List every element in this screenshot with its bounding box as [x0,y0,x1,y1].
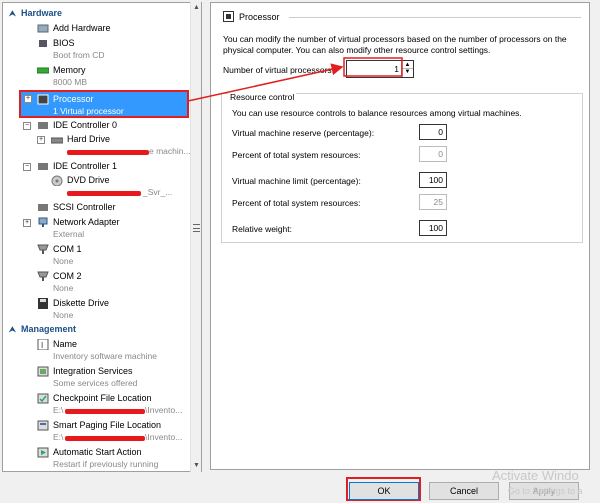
tree-item-automatic-start-action[interactable]: Automatic Start Action Restart if previo… [3,447,191,471]
title-divider [289,17,581,18]
add-hardware-icon [37,23,49,34]
tree-item-hard-drive[interactable]: + Hard Drive e machin... [3,134,191,160]
hard-drive-icon [50,134,64,145]
num-processors-stepper[interactable]: 1 ▲ ▼ [346,60,414,78]
percent-total-limit-field: 25 [419,194,447,210]
memory-icon [36,65,50,76]
num-processors-value[interactable]: 1 [394,64,399,74]
tree-item-network-adapter[interactable]: + Network Adapter External [3,217,191,243]
hardware-section-header[interactable]: ⮝ Hardware [3,8,191,20]
activate-windows-watermark: Activate Windo [492,468,579,483]
collapse-icon[interactable]: − [23,122,31,130]
hardware-tree: ⮝ Hardware Add Hardware BIOS Boot from CD… [2,2,202,472]
checkpoint-icon [37,393,49,404]
scsi-controller-icon [37,202,49,213]
tree-item-dvd-drive[interactable]: DVD Drive _Svr_... [3,175,191,201]
scroll-up-arrow-icon[interactable]: ▲ [192,3,201,12]
redaction-mark [65,436,145,441]
expand-icon[interactable]: + [23,219,31,227]
redaction-mark [65,409,145,414]
processor-icon [223,11,234,22]
cancel-button[interactable]: Cancel [429,482,499,500]
resource-control-description: You can use resource controls to balance… [232,108,522,118]
com-port-icon [37,244,49,255]
processor-settings-panel: Processor You can modify the number of v… [210,2,590,470]
tree-item-processor[interactable]: + Processor 1 Virtual processor [19,90,189,118]
expand-icon[interactable]: + [24,95,32,103]
smart-paging-icon [37,420,49,431]
network-adapter-icon [37,217,49,228]
limit-input[interactable]: 100 [419,172,447,188]
tree-item-checkpoint-file-location[interactable]: Checkpoint File Location E:\ \Invento... [3,393,191,419]
ok-button[interactable]: OK [349,482,419,500]
limit-label: Virtual machine limit (percentage): [232,176,361,186]
tree-item-bios[interactable]: BIOS Boot from CD [3,38,191,64]
panel-description: You can modify the number of virtual pro… [223,34,567,55]
resource-control-group: Resource control You can use resource co… [221,92,583,243]
weight-input[interactable]: 100 [419,220,447,236]
processor-icon [37,94,49,105]
automatic-start-icon [37,447,49,458]
tree-item-com1[interactable]: COM 1 None [3,244,191,270]
svg-text:I: I [41,341,43,350]
redaction-mark [67,150,149,155]
diskette-icon [37,298,49,309]
resource-control-title: Resource control [228,92,297,102]
spin-buttons[interactable]: ▲ ▼ [401,61,413,77]
activate-windows-subtext: Go to Settings to a [508,486,583,496]
tree-item-diskette-drive[interactable]: Diskette Drive None [3,298,191,324]
ide-controller-icon [37,120,49,131]
collapse-chevron-icon[interactable]: ⮝ [9,9,19,19]
tree-item-integration-services[interactable]: Integration Services Some services offer… [3,366,191,392]
collapse-chevron-icon[interactable]: ⮝ [9,325,19,335]
reserve-input[interactable]: 0 [419,124,447,140]
name-icon: I [37,338,49,351]
num-processors-label: Number of virtual processors: [223,65,335,75]
percent-total-label: Percent of total system resources: [232,150,361,160]
ide-controller-icon [37,161,49,172]
com-port-icon [37,271,49,282]
tree-scrollbar[interactable]: ▲ ▼ [190,2,201,472]
spin-down-icon[interactable]: ▼ [402,69,413,76]
dvd-drive-icon [51,175,63,187]
percent-total-reserve-field: 0 [419,146,447,162]
tree-item-memory[interactable]: Memory 8000 MB [3,65,191,91]
splitter-grip-icon[interactable] [193,224,200,232]
collapse-icon[interactable]: − [23,163,31,171]
spin-up-icon[interactable]: ▲ [402,61,413,69]
weight-label: Relative weight: [232,224,293,234]
reserve-label: Virtual machine reserve (percentage): [232,128,375,138]
expand-icon[interactable]: + [37,136,45,144]
tree-item-name[interactable]: I Name Inventory software machine [3,338,191,365]
percent-total-label: Percent of total system resources: [232,198,361,208]
tree-item-com2[interactable]: COM 2 None [3,271,191,297]
scroll-down-arrow-icon[interactable]: ▼ [192,461,201,470]
management-section-header[interactable]: ⮝ Management [3,324,191,336]
integration-services-icon [37,366,49,377]
redaction-mark [67,191,141,196]
tree-item-smart-paging-file-location[interactable]: Smart Paging File Location E:\ \Invento.… [3,420,191,446]
bios-chip-icon [37,38,49,49]
panel-title: Processor [239,12,280,22]
